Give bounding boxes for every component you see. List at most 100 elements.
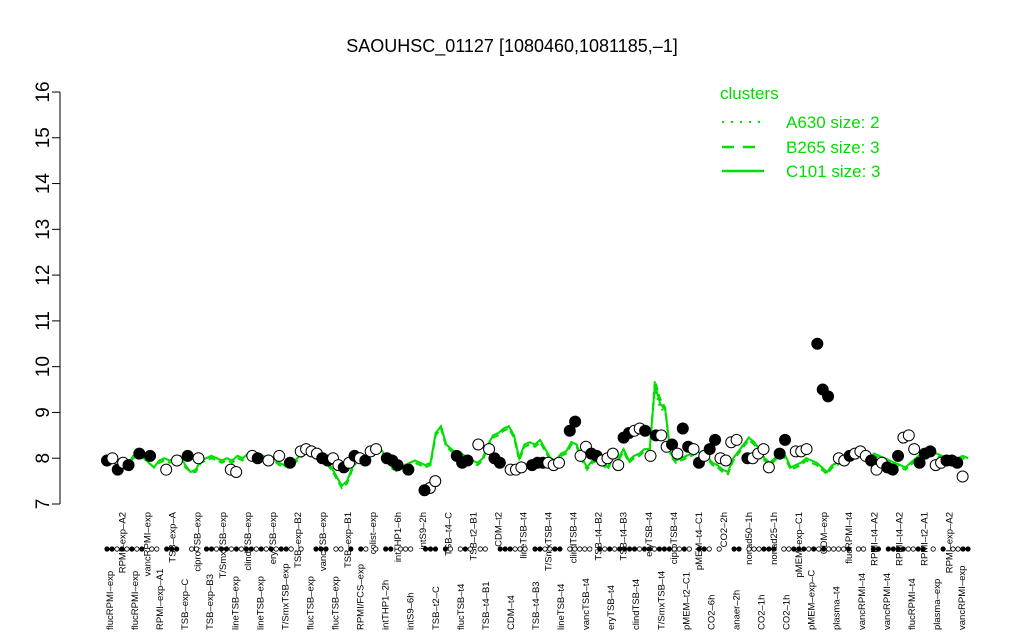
data-point [757,443,770,456]
data-point [709,433,722,446]
rug-marker [532,546,538,552]
rug-marker [422,546,429,552]
rug-marker [617,546,623,552]
rug-marker [587,546,593,552]
y-tick-label: 9 [33,407,54,418]
rug-marker [965,546,971,552]
y-tick-label: 7 [33,499,54,510]
x-tick-label: T/SmxTSB–t4 [544,512,555,571]
x-tick-label: vancRPMI–t4 [857,573,868,630]
data-point [370,443,383,456]
y-tick-label: 10 [33,356,54,377]
data-point [730,433,743,446]
rug-marker [890,546,896,552]
rug-marker [517,546,523,552]
y-tick-label: 14 [33,173,54,195]
data-point [106,452,119,465]
x-tick-label: T/SmxTSB–t4 [656,571,667,630]
chart-title: SAOUHSC_01127 [1080460,1081185,–1] [346,36,678,57]
rug-marker [174,546,180,552]
data-point [493,456,506,469]
rug-marker [427,546,434,552]
x-tick-label: vancRPMI–exp [143,512,154,576]
x-tick-label: flucTSB–exp [305,576,316,630]
rug-marker [457,546,463,552]
rug-marker [537,546,543,552]
x-tick-label: lineTSB–t4 [556,584,567,630]
rug-marker [442,546,449,552]
data-point [908,443,921,456]
rug-marker [383,546,389,552]
legend-label-c101: C101 size: 3 [786,162,881,181]
x-tick-label: T/SmxTSB–exp [280,563,291,630]
x-tick-label: ciproTSB–exp [193,512,204,572]
rug-marker [930,546,936,552]
y-tick-label: 15 [33,127,54,148]
rug-marker [572,546,578,552]
rug-marker [602,546,608,552]
rug-marker [821,546,827,552]
data-point [644,449,657,462]
rug-marker [597,546,603,552]
rug-marker [248,546,254,552]
rug-marker [223,546,230,552]
x-tick-label: T/SmxTSB–exp [218,512,229,579]
rug-marker [621,546,628,552]
data-point [687,443,700,456]
rug-marker [960,546,966,552]
rug-marker [666,546,672,552]
data-point [461,454,474,467]
rug-marker [467,546,473,552]
rug-marker [806,546,812,552]
rug-marker [811,546,817,552]
rug-marker [746,546,752,552]
x-tick-label: TSB–t4–B2 [594,512,605,561]
x-tick-label: clindTSB–t4 [569,512,580,563]
x-tick-label: intS9–2h [418,512,429,550]
rug-marker [547,546,553,552]
rug-marker [129,546,135,552]
data-point [886,463,899,476]
rug-marker [193,546,200,552]
rug-marker [338,546,344,552]
rug-marker [631,546,638,552]
data-point [655,429,668,442]
x-tick-label: vancTSB–exp [318,512,329,571]
rug-marker [870,546,877,552]
rug-marker [626,546,633,552]
rug-marker [582,546,588,552]
rug-marker [950,546,956,552]
rug-marker [671,546,677,552]
legend-label-b265: B265 size: 3 [786,138,880,157]
data-point [773,447,786,460]
data-point [902,429,915,442]
rug-marker [164,546,170,552]
data-point [402,463,415,476]
x-tick-label: RPMI–t4–A2 [894,512,905,566]
x-tick-label: flucTSB–exp [331,576,342,630]
rug-marker [432,546,439,552]
rug-marker [253,546,259,552]
x-tick-label: CDM–t2 [493,512,504,547]
y-tick-label: 11 [33,311,54,331]
rug-marker [771,546,777,552]
x-tick-label: ciproTSB–t4 [669,512,680,564]
x-tick-label: TSB–t2–B1 [468,512,479,561]
rug-marker [736,546,742,552]
data-point [273,449,286,462]
rug-marker [238,546,244,552]
data-point [553,456,566,469]
rug-marker [258,546,264,552]
rug-marker [358,546,364,552]
data-point [144,449,157,462]
rug-marker [716,546,722,552]
rug-marker [910,546,916,552]
data-point [762,461,775,474]
x-tick-label: TSB–t4–B3 [619,512,630,561]
rug-marker [681,546,687,552]
rug-marker [482,546,488,552]
data-point [391,459,404,472]
data-point [262,454,275,467]
x-tick-label: nonad25–1h [769,512,780,565]
rug-marker [791,546,797,552]
